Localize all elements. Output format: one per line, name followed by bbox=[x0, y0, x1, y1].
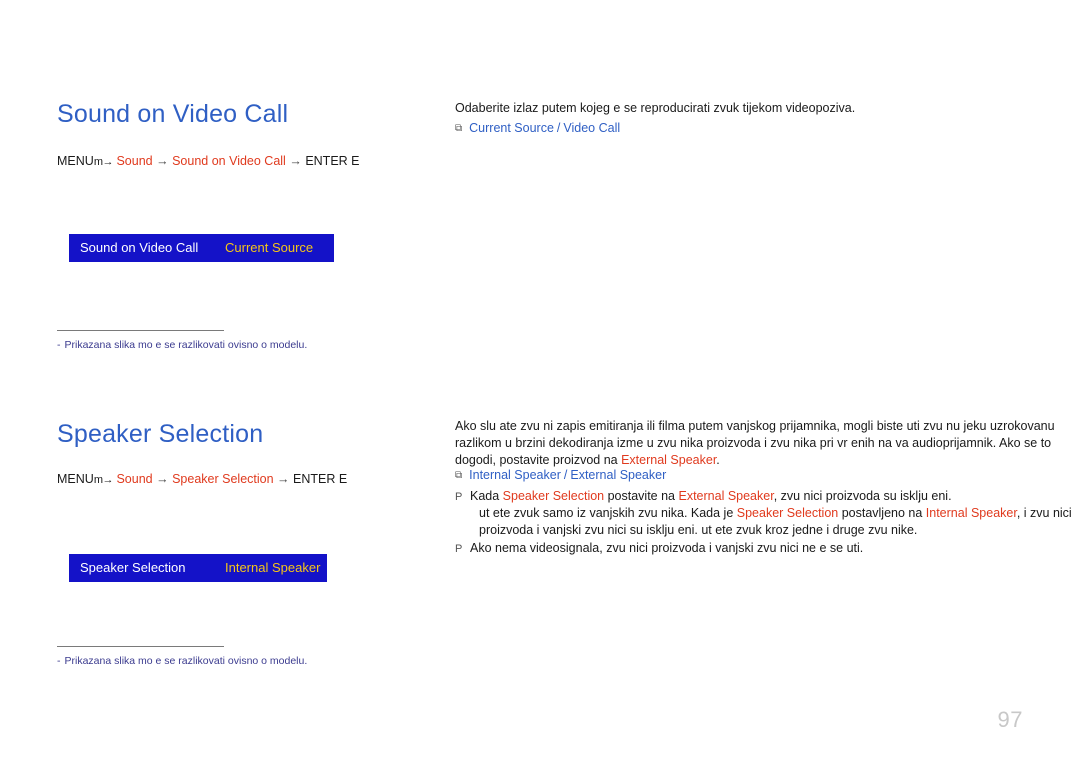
description-part2: . bbox=[716, 453, 720, 467]
note-speaker-selection: ‑ Prikazana slika mo e se razlikovati ovi… bbox=[57, 655, 307, 667]
option-external-speaker: External Speaker bbox=[570, 468, 667, 482]
menu-path-item-sound: Sound bbox=[116, 472, 153, 486]
paragraph-2-line-1: Ako nema videosignala, zvu nici proizvod… bbox=[470, 541, 864, 555]
osd-row-speaker-selection[interactable]: Speaker Selection Internal Speaker bbox=[69, 554, 327, 582]
osd-label: Speaker Selection bbox=[80, 560, 186, 575]
osd-value: Internal Speaker bbox=[225, 560, 321, 575]
paragraph-1-line-1: Kada Speaker Selection postavite na Exte… bbox=[470, 488, 1080, 505]
run-text: ut ete zvuk samo iz vanjskih zvu nika. K… bbox=[479, 506, 737, 520]
note-paragraph-2: P Ako nema videosignala, zvu nici proizv… bbox=[455, 540, 1080, 557]
run-keyword: Internal Speaker bbox=[925, 506, 1017, 520]
option-box-icon: ⧉ bbox=[455, 123, 462, 134]
menu-path-speaker-selection: MENUm→ Sound → Speaker Selection → ENTER… bbox=[57, 472, 347, 486]
menu-path-suffix: ENTER E bbox=[305, 154, 360, 168]
option-box-icon: ⧉ bbox=[455, 470, 462, 481]
menu-path-prefix: MENU bbox=[57, 472, 94, 486]
menu-path-sound-on-video-call: MENUm→ Sound → Sound on Video Call → ENT… bbox=[57, 154, 360, 168]
note-sound-on-video-call: ‑ Prikazana slika mo e se razlikovati ovi… bbox=[57, 339, 307, 351]
option-video-call: Video Call bbox=[563, 121, 621, 135]
run-text: Kada bbox=[470, 489, 503, 503]
section-title-speaker-selection: Speaker Selection bbox=[57, 420, 264, 448]
options-speaker-selection: ⧉ Internal Speaker / External Speaker bbox=[455, 468, 666, 482]
paragraph-mark-icon: P bbox=[455, 491, 463, 503]
osd-row-sound-on-video-call[interactable]: Sound on Video Call Current Source bbox=[69, 234, 334, 262]
description-sound-on-video-call: Odaberite izlaz putem kojeg e se reprodu… bbox=[455, 101, 856, 115]
menu-path-item-sound: Sound bbox=[116, 154, 153, 168]
osd-label: Sound on Video Call bbox=[80, 240, 199, 255]
note-divider bbox=[57, 330, 224, 331]
run-keyword: External Speaker bbox=[678, 489, 774, 503]
section-title-sound-on-video-call: Sound on Video Call bbox=[57, 100, 289, 128]
run-keyword: Speaker Selection bbox=[502, 489, 605, 503]
description-keyword-external-speaker: External Speaker bbox=[621, 453, 717, 467]
run-text: , zvu nici proizvoda su isklju eni. bbox=[773, 489, 952, 503]
options-sound-on-video-call: ⧉ Current Source / Video Call bbox=[455, 121, 620, 135]
arrow-icon: → bbox=[156, 472, 169, 486]
option-internal-speaker: Internal Speaker bbox=[469, 468, 561, 482]
arrow-icon: → bbox=[277, 472, 290, 486]
note-text: Prikazana slika mo e se razlikovati ovis… bbox=[64, 339, 308, 351]
paragraph-mark-icon: P bbox=[455, 543, 463, 555]
note-text: Prikazana slika mo e se razlikovati ovis… bbox=[64, 655, 308, 667]
option-separator: / bbox=[563, 468, 568, 482]
arrow-icon: → bbox=[289, 154, 302, 168]
run-keyword: Speaker Selection bbox=[736, 506, 839, 520]
arrow-icon: → bbox=[156, 154, 169, 168]
menu-button-icon: m→ bbox=[93, 156, 114, 168]
description-speaker-selection: Ako slu ate zvu ni zapis emitiranja ili … bbox=[455, 418, 1080, 469]
menu-path-item-sound-on-video-call: Sound on Video Call bbox=[172, 154, 286, 168]
menu-path-suffix: ENTER E bbox=[293, 472, 348, 486]
option-current-source: Current Source bbox=[469, 121, 554, 135]
osd-value: Current Source bbox=[225, 240, 314, 255]
run-text: postavljeno na bbox=[838, 506, 926, 520]
paragraph-1-line-2: ut ete zvuk samo iz vanjskih zvu nika. K… bbox=[479, 505, 1080, 539]
note-bullet: ‑ bbox=[57, 339, 61, 351]
note-divider bbox=[57, 646, 224, 647]
page-number: 97 bbox=[997, 707, 1023, 732]
description-part1: Ako slu ate zvu ni zapis emitiranja ili … bbox=[455, 419, 1055, 467]
run-text: postavite na bbox=[604, 489, 679, 503]
note-paragraph-1: P Kada Speaker Selection postavite na Ex… bbox=[455, 488, 1080, 539]
note-bullet: ‑ bbox=[57, 655, 61, 667]
menu-path-prefix: MENU bbox=[57, 154, 94, 168]
menu-path-item-speaker-selection: Speaker Selection bbox=[172, 472, 274, 486]
document-page: Sound on Video Call MENUm→ Sound → Sound… bbox=[0, 0, 1080, 763]
option-separator: / bbox=[556, 121, 561, 135]
menu-button-icon: m→ bbox=[93, 474, 114, 486]
